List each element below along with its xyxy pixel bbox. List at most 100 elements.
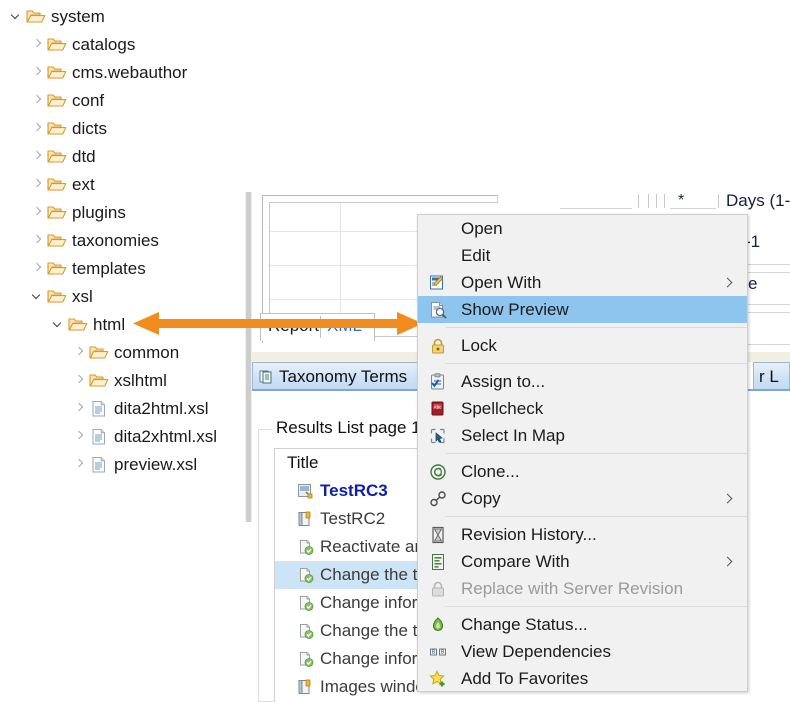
menu-item-view-dependencies[interactable]: B B View Dependencies	[418, 638, 747, 665]
tree-item-label: common	[114, 342, 180, 362]
menu-separator	[446, 606, 747, 607]
tree-item-plugins[interactable]: plugins	[0, 198, 126, 226]
menu-separator	[446, 327, 747, 328]
tree-item-xslhtml[interactable]: xslhtml	[0, 366, 167, 394]
book-icon	[297, 511, 315, 528]
menu-item-label: Replace with Server Revision	[461, 578, 684, 598]
menu-item-add-to-favorites[interactable]: Add To Favorites	[418, 665, 747, 691]
menu-item-clone[interactable]: Clone...	[418, 458, 747, 485]
preview-icon	[428, 300, 448, 320]
chevron-down-icon[interactable]	[8, 8, 24, 24]
submenu-chevron-right-icon	[723, 493, 733, 505]
results-row-title: Change infor	[320, 649, 418, 668]
tab-taxonomy-terms[interactable]: Taxonomy Terms	[252, 362, 425, 390]
tree-item-label: html	[93, 314, 126, 334]
folder-icon	[47, 64, 67, 81]
chevron-right-icon[interactable]	[29, 260, 45, 276]
menu-item-select-in-map[interactable]: Select In Map	[418, 422, 747, 449]
tree-item-system[interactable]: system	[0, 2, 105, 30]
menu-item-label: Open With	[461, 272, 542, 292]
menu-item-assign-to[interactable]: Assign to...	[418, 368, 747, 395]
tree-item-dicts[interactable]: dicts	[0, 114, 107, 142]
repository-tree-panel[interactable]: system catalogs cms.webauthor conf dicts dtd e…	[0, 0, 252, 702]
chevron-right-icon[interactable]	[71, 372, 87, 388]
tab-label: Taxonomy Terms	[279, 366, 408, 386]
chevron-right-icon[interactable]	[29, 64, 45, 80]
menu-item-spellcheck[interactable]: Abc Spellcheck	[418, 395, 747, 422]
submenu-chevron-right-icon	[723, 277, 733, 289]
menu-item-label: Lock	[461, 335, 497, 355]
assign-icon	[428, 372, 448, 392]
menu-item-revision-history[interactable]: Revision History...	[418, 521, 747, 548]
replace-icon	[428, 579, 448, 599]
tree-item-label: dita2xhtml.xsl	[114, 426, 217, 446]
chevron-right-icon[interactable]	[29, 36, 45, 52]
chevron-down-icon[interactable]	[50, 316, 66, 332]
menu-item-lock[interactable]: Lock	[418, 332, 747, 359]
folder-icon	[47, 260, 67, 277]
tree-item-label: dtd	[72, 146, 96, 166]
folder-icon	[89, 344, 109, 361]
menu-item-open-with[interactable]: Open With	[418, 269, 747, 296]
tree-item-label: conf	[72, 90, 105, 110]
tree-item-label: templates	[72, 258, 146, 278]
chevron-right-icon[interactable]	[29, 148, 45, 164]
menu-item-label: Clone...	[461, 461, 520, 481]
chevron-down-icon[interactable]	[29, 288, 45, 304]
partial-value-e: e	[748, 274, 758, 293]
results-row-title: Change the tr	[320, 565, 424, 584]
menu-item-edit[interactable]: Edit	[418, 242, 747, 269]
tree-item-templates[interactable]: templates	[0, 254, 146, 282]
tree-vertical-scrollbar[interactable]	[245, 192, 252, 522]
topic-icon	[297, 623, 315, 640]
results-row-title: Reactivate an	[320, 537, 424, 556]
tab-xml[interactable]: XML	[327, 316, 362, 336]
results-row-title: Images windo	[320, 677, 425, 696]
tree-item-ext[interactable]: ext	[0, 170, 95, 198]
folder-icon	[47, 36, 67, 53]
no-icon	[428, 246, 448, 266]
tree-item-dita2xhtml-xsl[interactable]: dita2xhtml.xsl	[0, 422, 217, 450]
tree-item-label: ext	[72, 174, 95, 194]
menu-item-show-preview[interactable]: Show Preview	[418, 296, 747, 323]
tree-item-xsl[interactable]: xsl	[0, 282, 93, 310]
chevron-right-icon[interactable]	[71, 428, 87, 444]
chevron-right-icon[interactable]	[71, 400, 87, 416]
chevron-right-icon[interactable]	[29, 92, 45, 108]
tree-item-common[interactable]: common	[0, 338, 179, 366]
tree-item-taxonomies[interactable]: taxonomies	[0, 226, 159, 254]
chevron-right-icon[interactable]	[29, 204, 45, 220]
results-row-title: TestRC3	[320, 481, 388, 500]
chevron-right-icon[interactable]	[71, 344, 87, 360]
scrollbar-thumb[interactable]	[246, 192, 251, 522]
application-window: system catalogs cms.webauthor conf dicts dtd e…	[0, 0, 790, 702]
menu-item-copy[interactable]: Copy	[418, 485, 747, 512]
menu-item-change-status[interactable]: Change Status...	[418, 611, 747, 638]
tree-item-label: catalogs	[72, 34, 136, 54]
menu-item-compare-with[interactable]: Compare With	[418, 548, 747, 575]
tree-item-label: preview.xsl	[114, 454, 198, 474]
tree-item-catalogs[interactable]: catalogs	[0, 30, 135, 58]
tree-item-dita2html-xsl[interactable]: dita2html.xsl	[0, 394, 208, 422]
tree-item-html[interactable]: html	[0, 310, 125, 338]
file-icon	[89, 428, 109, 445]
chevron-right-icon[interactable]	[29, 232, 45, 248]
tree-item-dtd[interactable]: dtd	[0, 142, 96, 170]
chevron-right-icon[interactable]	[71, 456, 87, 472]
tree-item-cms-webauthor[interactable]: cms.webauthor	[0, 58, 187, 86]
folder-icon	[47, 92, 67, 109]
topic-icon	[297, 567, 315, 584]
tab-partial-right[interactable]: r L	[753, 362, 790, 390]
tab-report[interactable]: Report	[268, 316, 319, 336]
chevron-right-icon[interactable]	[29, 176, 45, 192]
menu-item-replace-with-server-revision: Replace with Server Revision	[418, 575, 747, 602]
tree-item-preview-xsl[interactable]: preview.xsl	[0, 450, 197, 478]
status-icon	[428, 615, 448, 635]
copy-icon	[428, 489, 448, 509]
folder-icon	[47, 204, 67, 221]
folder-icon	[89, 372, 109, 389]
menu-item-open[interactable]: Open	[418, 215, 747, 242]
tree-item-conf[interactable]: conf	[0, 86, 104, 114]
chevron-right-icon[interactable]	[29, 120, 45, 136]
resource-context-menu[interactable]: Open Edit Open With Show Preview Lock Assign …	[417, 214, 748, 692]
